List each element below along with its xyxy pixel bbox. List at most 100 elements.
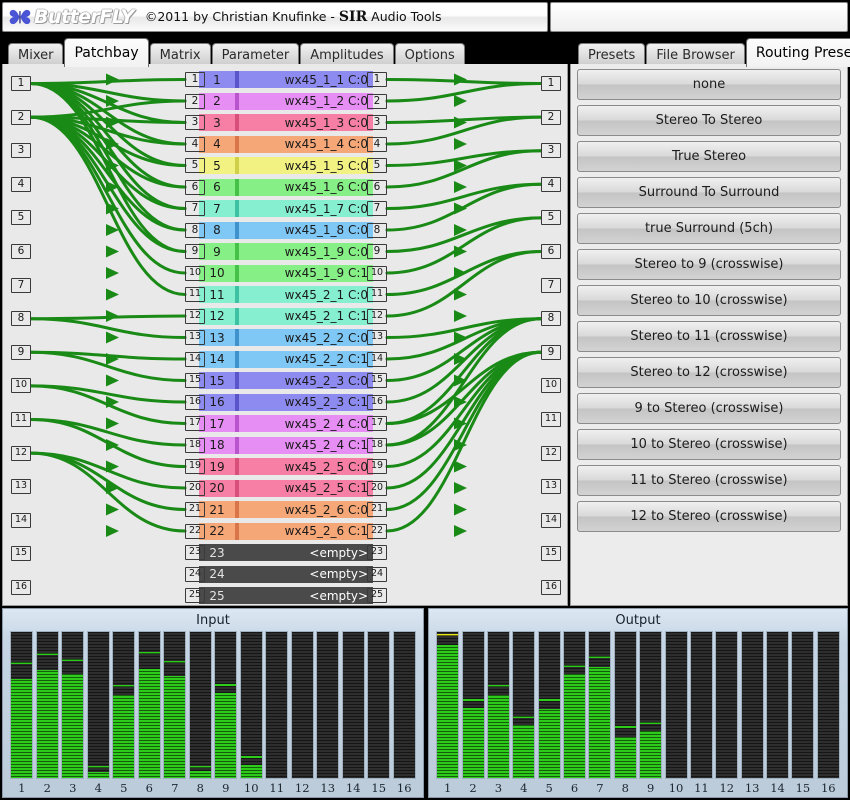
patch-row[interactable]: 9 wx45_1_9 C:0 xyxy=(199,243,373,260)
routing-preset-button[interactable]: 11 to Stereo (crosswise) xyxy=(577,465,841,496)
routing-preset-button[interactable]: Stereo to 9 (crosswise) xyxy=(577,249,841,280)
patch-row[interactable]: 2 wx45_1_2 C:0 xyxy=(199,92,373,110)
patch-row[interactable]: 23 <empty> xyxy=(199,544,373,561)
patch-row-output-socket[interactable]: 3 xyxy=(367,115,387,130)
patch-row-output-socket[interactable]: 12 xyxy=(367,308,387,324)
tab-patchbay[interactable]: Patchbay xyxy=(64,38,149,67)
patch-row-input-socket[interactable]: 6 xyxy=(185,179,205,195)
output-port-2[interactable]: 2 xyxy=(541,109,561,125)
patch-row-input-socket[interactable]: 18 xyxy=(185,437,205,453)
input-port-1[interactable]: 1 xyxy=(11,76,31,91)
patch-row-output-socket[interactable]: 19 xyxy=(367,459,387,474)
patch-row[interactable]: 12 wx45_2_1 C:1 xyxy=(199,307,373,325)
output-port-13[interactable]: 13 xyxy=(541,479,561,495)
patch-row-input-socket[interactable]: 19 xyxy=(185,459,205,474)
output-port-15[interactable]: 15 xyxy=(541,546,561,562)
patch-row-input-socket[interactable]: 23 xyxy=(185,545,205,560)
routing-preset-button[interactable]: none xyxy=(577,69,841,100)
connection-wire-right[interactable] xyxy=(385,350,543,511)
input-port-11[interactable]: 11 xyxy=(11,412,31,427)
patch-row-output-socket[interactable]: 14 xyxy=(367,351,387,367)
output-port-16[interactable]: 16 xyxy=(541,580,561,595)
connection-wire-right[interactable] xyxy=(385,216,543,275)
routing-preset-button[interactable]: true Surround (5ch) xyxy=(577,213,841,244)
tab-routing-presets[interactable]: Routing Presets xyxy=(745,38,850,67)
patch-row[interactable]: 5 wx45_1_5 C:0 xyxy=(199,157,373,174)
routing-preset-button[interactable]: Surround To Surround xyxy=(577,177,841,208)
output-port-4[interactable]: 4 xyxy=(541,176,561,192)
input-port-16[interactable]: 16 xyxy=(11,580,31,595)
patch-row-output-socket[interactable]: 9 xyxy=(367,244,387,259)
patch-row-input-socket[interactable]: 15 xyxy=(185,373,205,388)
patch-row-output-socket[interactable]: 2 xyxy=(367,93,387,109)
output-port-9[interactable]: 9 xyxy=(541,344,561,360)
output-port-10[interactable]: 10 xyxy=(541,378,561,394)
connection-wire-left[interactable] xyxy=(29,115,187,189)
input-port-4[interactable]: 4 xyxy=(11,176,31,192)
patch-row-input-socket[interactable]: 5 xyxy=(185,158,205,173)
patch-row-output-socket[interactable]: 17 xyxy=(367,416,387,431)
patch-row-input-socket[interactable]: 13 xyxy=(185,330,205,345)
patch-row[interactable]: 7 wx45_1_7 C:0 xyxy=(199,200,373,217)
patch-row[interactable]: 17 wx45_2_4 C:0 xyxy=(199,415,373,432)
routing-preset-button[interactable]: Stereo To Stereo xyxy=(577,105,841,136)
routing-preset-button[interactable]: Stereo to 12 (crosswise) xyxy=(577,357,841,388)
patch-row[interactable]: 21 wx45_2_6 C:0 xyxy=(199,501,373,518)
connection-wire-right[interactable] xyxy=(385,350,543,425)
patch-row-output-socket[interactable]: 1 xyxy=(367,72,387,87)
patch-row[interactable]: 4 wx45_1_4 C:0 xyxy=(199,135,373,153)
patch-row-input-socket[interactable]: 4 xyxy=(185,136,205,152)
output-port-14[interactable]: 14 xyxy=(541,512,561,528)
patch-row-output-socket[interactable]: 16 xyxy=(367,394,387,410)
patch-row-output-socket[interactable]: 6 xyxy=(367,179,387,195)
patch-row[interactable]: 13 wx45_2_2 C:0 xyxy=(199,329,373,346)
connection-wire-right[interactable] xyxy=(385,250,543,318)
output-port-5[interactable]: 5 xyxy=(541,210,561,226)
patch-row-input-socket[interactable]: 12 xyxy=(185,308,205,324)
routing-preset-button[interactable]: 12 to Stereo (crosswise) xyxy=(577,501,841,532)
patch-row[interactable]: 24 <empty> xyxy=(199,565,373,583)
patch-row-output-socket[interactable]: 13 xyxy=(367,330,387,345)
routing-preset-button[interactable]: Stereo to 10 (crosswise) xyxy=(577,285,841,316)
patch-row[interactable]: 18 wx45_2_4 C:1 xyxy=(199,436,373,454)
input-port-2[interactable]: 2 xyxy=(11,109,31,125)
input-port-6[interactable]: 6 xyxy=(11,244,31,259)
patch-row[interactable]: 8 wx45_1_8 C:0 xyxy=(199,221,373,239)
patch-row-output-socket[interactable]: 5 xyxy=(367,158,387,173)
patch-row[interactable]: 19 wx45_2_5 C:0 xyxy=(199,458,373,475)
patch-row-input-socket[interactable]: 7 xyxy=(185,201,205,216)
routing-preset-button[interactable]: True Stereo xyxy=(577,141,841,172)
patch-row-output-socket[interactable]: 21 xyxy=(367,502,387,517)
patch-row[interactable]: 3 wx45_1_3 C:0 xyxy=(199,114,373,131)
routing-preset-button[interactable]: Stereo to 11 (crosswise) xyxy=(577,321,841,352)
patch-row-input-socket[interactable]: 9 xyxy=(185,244,205,259)
patch-row-output-socket[interactable]: 8 xyxy=(367,222,387,238)
input-port-8[interactable]: 8 xyxy=(11,311,31,327)
input-port-10[interactable]: 10 xyxy=(11,378,31,394)
input-port-13[interactable]: 13 xyxy=(11,479,31,495)
patch-row[interactable]: 22 wx45_2_6 C:1 xyxy=(199,522,373,540)
patch-row-input-socket[interactable]: 25 xyxy=(185,588,205,603)
patch-row-output-socket[interactable]: 24 xyxy=(367,566,387,582)
input-port-14[interactable]: 14 xyxy=(11,512,31,528)
output-port-3[interactable]: 3 xyxy=(541,143,561,159)
patch-row[interactable]: 6 wx45_1_6 C:0 xyxy=(199,178,373,196)
patch-row-input-socket[interactable]: 14 xyxy=(185,351,205,367)
output-port-1[interactable]: 1 xyxy=(541,76,561,91)
patch-row[interactable]: 25 <empty> xyxy=(199,587,373,604)
patch-row-output-socket[interactable]: 7 xyxy=(367,201,387,216)
patch-row-output-socket[interactable]: 23 xyxy=(367,545,387,560)
patch-row[interactable]: 20 wx45_2_5 C:1 xyxy=(199,479,373,497)
patch-row-output-socket[interactable]: 15 xyxy=(367,373,387,388)
patch-row-input-socket[interactable]: 1 xyxy=(185,72,205,87)
input-port-9[interactable]: 9 xyxy=(11,344,31,360)
patch-row[interactable]: 11 wx45_2_1 C:0 xyxy=(199,286,373,303)
patch-row-input-socket[interactable]: 3 xyxy=(185,115,205,130)
patch-row-input-socket[interactable]: 16 xyxy=(185,394,205,410)
patch-row[interactable]: 14 wx45_2_2 C:1 xyxy=(199,350,373,368)
patch-row-output-socket[interactable]: 22 xyxy=(367,523,387,539)
connection-wire-right[interactable] xyxy=(385,149,543,189)
output-port-12[interactable]: 12 xyxy=(541,445,561,461)
output-port-6[interactable]: 6 xyxy=(541,244,561,259)
input-port-15[interactable]: 15 xyxy=(11,546,31,562)
